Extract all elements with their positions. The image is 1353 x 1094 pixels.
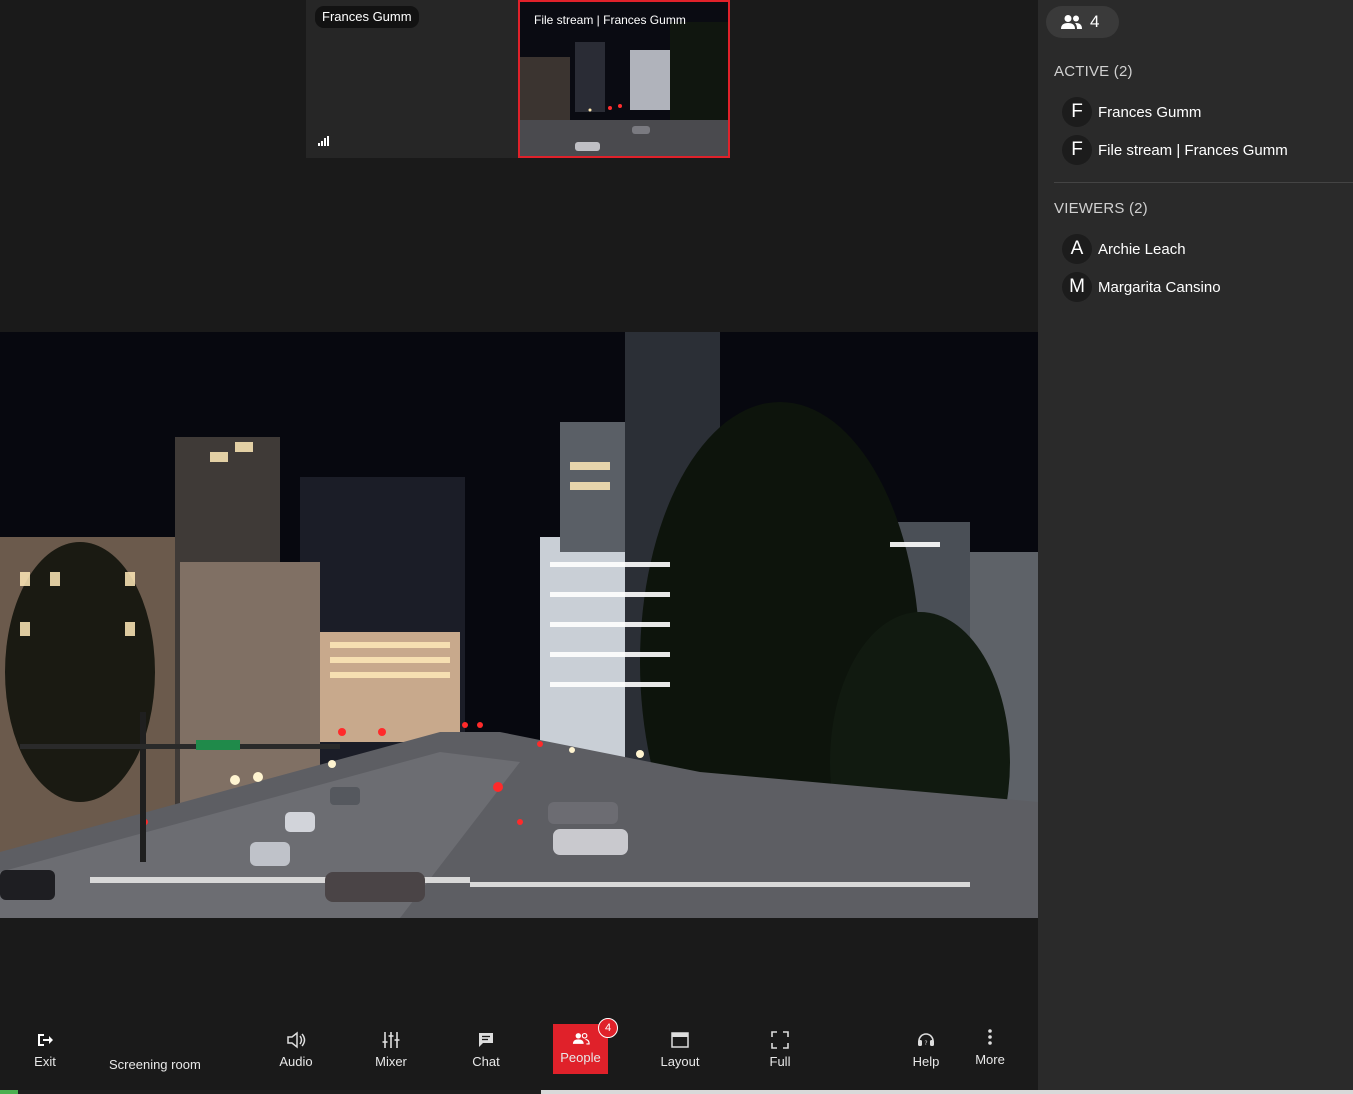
video-frame (0, 332, 1038, 918)
participant-count-pill[interactable]: 4 (1046, 6, 1119, 38)
people-panel: 4 ACTIVE (2) F Frances Gumm F File strea… (1038, 0, 1353, 1090)
scroll-bar[interactable] (0, 1090, 541, 1094)
full-label: Full (769, 1054, 791, 1069)
headset-icon: ? (916, 1030, 936, 1050)
more-button[interactable]: More (969, 1028, 1011, 1067)
list-item[interactable]: F File stream | Frances Gumm (1062, 135, 1288, 165)
person-name: Archie Leach (1098, 240, 1186, 258)
help-label: Help (912, 1054, 940, 1069)
more-label: More (975, 1052, 1005, 1067)
layout-button[interactable]: Layout (655, 1030, 705, 1069)
main-video[interactable] (0, 332, 1038, 918)
stage: Frances Gumm File stream | Frances Gumm … (0, 0, 1038, 1094)
speaker-icon (286, 1030, 306, 1050)
layout-icon (670, 1030, 690, 1050)
mixer-button[interactable]: Mixer (370, 1030, 412, 1069)
participant-count: 4 (1090, 12, 1100, 31)
room-name: Screening room (109, 1057, 201, 1072)
chat-label: Chat (472, 1054, 500, 1069)
people-label: People (560, 1050, 601, 1065)
person-name: Frances Gumm (1098, 103, 1202, 121)
active-section-title: ACTIVE (2) (1054, 63, 1133, 80)
toolbar: Exit Screening room Audio Mixer Chat Peo… (0, 1018, 1038, 1094)
more-vertical-icon (980, 1028, 1000, 1048)
chat-icon (476, 1030, 496, 1050)
exit-icon (35, 1030, 55, 1050)
help-button[interactable]: ? Help (905, 1030, 947, 1069)
viewers-section-title: VIEWERS (2) (1054, 200, 1148, 217)
participant-tile[interactable]: Frances Gumm (306, 0, 518, 158)
avatar: F (1062, 97, 1092, 127)
mixer-label: Mixer (375, 1054, 407, 1069)
audio-button[interactable]: Audio (275, 1030, 317, 1069)
people-icon (571, 1030, 591, 1046)
file-stream-tile[interactable]: File stream | Frances Gumm (518, 0, 730, 158)
sliders-icon (381, 1030, 401, 1050)
audio-label: Audio (279, 1054, 313, 1069)
avatar: F (1062, 135, 1092, 165)
person-name: File stream | Frances Gumm (1098, 141, 1288, 159)
signal-icon (318, 136, 329, 146)
list-item[interactable]: M Margarita Cansino (1062, 272, 1221, 302)
fullscreen-icon (770, 1030, 790, 1050)
exit-button[interactable]: Exit (28, 1030, 62, 1069)
avatar: M (1062, 272, 1092, 302)
scroll-marker (0, 1090, 18, 1094)
layout-label: Layout (660, 1054, 700, 1069)
list-item[interactable]: A Archie Leach (1062, 234, 1186, 264)
people-button[interactable]: People 4 (553, 1018, 618, 1074)
people-count-badge: 4 (598, 1018, 618, 1038)
person-name: Margarita Cansino (1098, 278, 1221, 296)
chat-button[interactable]: Chat (465, 1030, 507, 1069)
divider (1054, 182, 1353, 183)
exit-label: Exit (34, 1054, 56, 1069)
people-icon (1061, 15, 1082, 29)
avatar: A (1062, 234, 1092, 264)
tile-name-label: Frances Gumm (315, 6, 419, 28)
list-item[interactable]: F Frances Gumm (1062, 97, 1201, 127)
tile-name-label: File stream | Frances Gumm (534, 13, 686, 27)
app-window: Frances Gumm File stream | Frances Gumm … (0, 0, 1353, 1094)
fullscreen-button[interactable]: Full (759, 1030, 801, 1069)
svg-text:?: ? (924, 1040, 927, 1047)
